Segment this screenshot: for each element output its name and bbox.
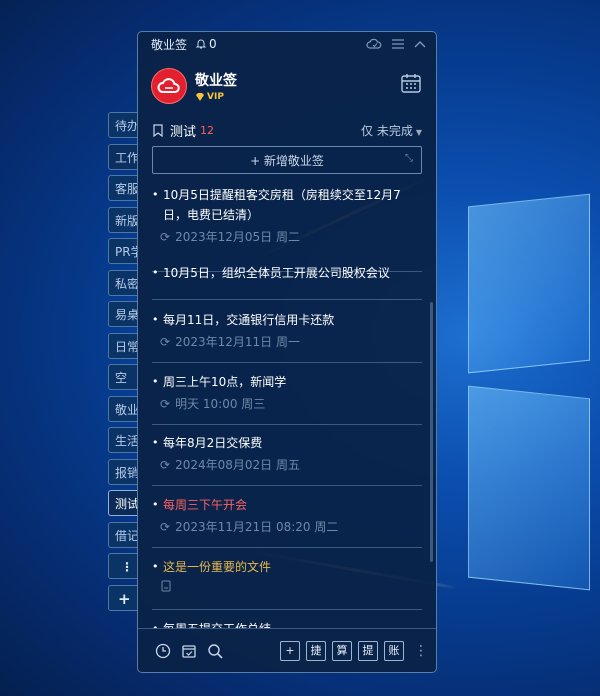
side-tab[interactable]: 待办 [108, 112, 140, 138]
side-tab[interactable]: 工作 [108, 143, 140, 170]
repeat-icon: ⟳ [160, 334, 171, 349]
bottom-toolbar: + 捷 算 提 账 ⋮ [138, 628, 436, 672]
title-bar: 敬业签 0 [138, 32, 436, 56]
diamond-icon [196, 93, 204, 101]
add-note-button[interactable]: + 新增敬业签 ⤡ [152, 146, 422, 174]
side-tab[interactable]: 客服 [108, 175, 140, 201]
avatar[interactable] [151, 68, 187, 104]
list-header: 测试 12 仅 未完成 ▼ [138, 116, 436, 144]
search-icon[interactable] [207, 643, 223, 659]
side-tab[interactable]: 易桌 [108, 301, 140, 327]
side-tab[interactable]: 新版 [108, 206, 140, 233]
shortcut-button[interactable]: 捷 [306, 640, 326, 661]
bookmark-icon [153, 123, 163, 137]
list-item[interactable]: 每年8月2日交保费 ⟳2024年08月02日 周五 [152, 433, 422, 486]
cloud-sync-icon[interactable] [366, 38, 382, 50]
done-box-icon[interactable] [181, 643, 197, 659]
list-count: 12 [200, 123, 215, 137]
quick-add-button[interactable]: + [280, 640, 300, 661]
profile-area: 敬业签 VIP [138, 56, 436, 116]
category-tabs: 待办 工作 客服 新版 PR学 私密 易桌 日常 空 敬业 生活 报销 测试 借… [108, 112, 140, 616]
list-item[interactable]: 周三上午10点，新闻学 ⟳明天 10:00 周三 [152, 372, 422, 425]
menu-icon[interactable] [392, 39, 404, 49]
list-item[interactable]: 10月5日提醒租客交房租（房租续交至12月7日，电费已结清） ⟳2023年12月… [152, 185, 422, 272]
scrollbar[interactable] [430, 302, 433, 562]
calculator-button[interactable]: 算 [332, 640, 352, 661]
app-title: 敬业签 [151, 37, 188, 52]
note-list: 10月5日提醒租客交房租（房租续交至12月7日，电费已结清） ⟳2023年12月… [138, 185, 436, 628]
expand-icon[interactable]: ⤡ [405, 153, 413, 164]
calendar-icon[interactable] [400, 72, 422, 94]
user-name: 敬业签 [195, 73, 237, 89]
list-item[interactable]: 每周五提交工作总结 [152, 619, 422, 628]
vip-badge: VIP [195, 92, 237, 102]
cloud-logo-icon [157, 78, 180, 93]
windows-logo-background [440, 160, 600, 600]
list-name: 测试 [170, 124, 197, 140]
list-item[interactable]: 10月5日，组织全体员工开展公司股权会议 [152, 263, 422, 300]
filter-dropdown[interactable]: 仅 未完成 ▼ [361, 122, 422, 139]
attachment-icon[interactable] [160, 580, 172, 592]
caret-down-icon: ▼ [415, 127, 422, 137]
sticky-note-panel: 敬业签 0 敬业签 VIP 测试 12 仅 未完成 ▼ + 新增敬业签 ⤡ • … [137, 31, 437, 673]
list-item[interactable]: 每周三下午开会 ⟳2023年11月21日 08:20 周二 [152, 495, 422, 548]
side-tab[interactable]: 生活 [108, 427, 140, 453]
repeat-icon: ⟳ [160, 519, 171, 534]
side-tab[interactable]: 日常 [108, 332, 140, 359]
repeat-icon: ⟳ [160, 457, 171, 472]
side-tab[interactable]: 报销 [108, 458, 140, 485]
list-item[interactable]: 每月11日，交通银行信用卡还款 ⟳2023年12月11日 周一 [152, 310, 422, 363]
more-options-icon[interactable]: ⋮ [414, 644, 428, 658]
side-tab[interactable]: 敬业 [108, 395, 140, 422]
side-tab[interactable]: PR学 [108, 238, 140, 264]
list-item[interactable]: 这是一份重要的文件 [152, 557, 422, 610]
side-tab[interactable]: 借记 [108, 521, 140, 548]
side-tab-active[interactable]: 测试 [108, 490, 140, 516]
reminder-button[interactable]: 提 [358, 640, 378, 661]
side-tab[interactable]: 空 [108, 364, 140, 390]
bell-count: 0 [209, 37, 217, 51]
more-tabs-button[interactable]: ⋮ [108, 553, 140, 579]
repeat-icon: ⟳ [160, 396, 171, 411]
add-category-button[interactable]: + [108, 584, 140, 611]
bell-icon [195, 39, 207, 49]
collapse-icon[interactable] [414, 40, 426, 48]
repeat-icon: ⟳ [160, 229, 171, 244]
notification-bell[interactable]: 0 [195, 37, 217, 51]
side-tab[interactable]: 私密 [108, 269, 140, 296]
clock-icon[interactable] [155, 643, 171, 659]
ledger-button[interactable]: 账 [384, 640, 404, 661]
